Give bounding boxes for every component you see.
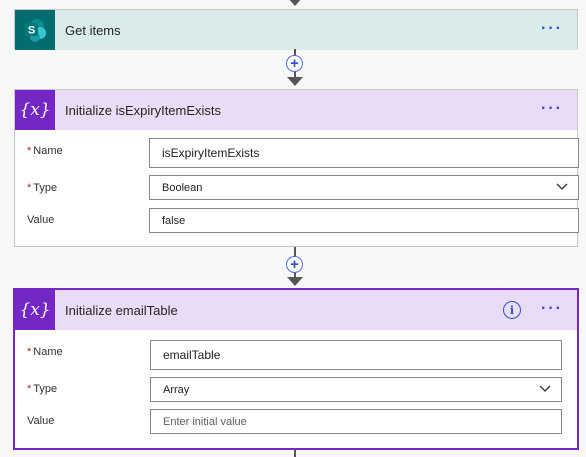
step-header[interactable]: {x} Initialize isExpiryItemExists ··· [15,90,577,130]
value-field[interactable]: false [149,208,579,233]
step-header[interactable]: {x} Initialize emailTable i ··· [15,290,577,330]
connector-arrow [287,77,303,86]
value-label-text: Value [27,415,55,427]
required-marker: * [27,182,32,194]
step-title: Get items [65,22,121,38]
name-label: * Name [27,346,63,358]
type-label: * Type [27,182,57,194]
connector-line-bottom [294,450,296,457]
required-marker: * [27,145,32,157]
sharepoint-icon-letter: S [28,25,35,37]
chevron-down-icon [556,183,568,190]
type-label: * Type [27,383,57,395]
sharepoint-logo-graphic: S [25,19,46,42]
name-label-text: Name [33,346,63,358]
variable-icon-glyph: {x} [19,100,51,120]
value-label-text: Value [27,214,55,226]
value-label: Value [27,415,54,427]
more-options-button[interactable]: ··· [541,300,563,318]
type-label-text: Type [33,383,58,395]
required-marker: * [27,383,32,395]
connector-arrow [287,277,303,286]
chevron-down-icon [539,385,551,392]
connector-arrow-top [287,0,303,6]
step-header[interactable]: S Get items ··· [15,10,577,50]
name-field[interactable]: isExpiryItemExists [149,138,579,168]
type-dropdown[interactable]: Array [150,377,562,402]
type-dropdown-value: Array [163,383,190,396]
type-dropdown[interactable]: Boolean [149,175,579,200]
name-field[interactable]: emailTable [150,340,562,370]
type-dropdown-value: Boolean [162,181,203,194]
value-label: Value [27,214,54,226]
name-label: * Name [27,145,63,157]
more-options-button[interactable]: ··· [541,100,563,118]
more-options-button[interactable]: ··· [541,20,563,38]
insert-step-button[interactable]: + [286,55,303,72]
step-title: Initialize emailTable [65,302,178,318]
required-marker: * [27,346,32,358]
insert-step-button[interactable]: + [286,256,303,273]
variable-icon: {x} [15,90,55,130]
sharepoint-icon: S [15,10,55,50]
step-get-items[interactable]: S Get items ··· [14,9,578,50]
step-initialize-emailtable[interactable]: {x} Initialize emailTable i ··· * Name em… [13,288,579,450]
type-label-text: Type [33,182,58,194]
name-label-text: Name [33,145,63,157]
value-field[interactable]: Enter initial value [150,409,562,434]
info-icon[interactable]: i [503,301,521,319]
step-initialize-isexpiryitemexists[interactable]: {x} Initialize isExpiryItemExists ··· * N… [14,89,579,247]
step-title: Initialize isExpiryItemExists [65,102,222,118]
variable-icon-glyph: {x} [19,300,51,320]
variable-icon: {x} [15,290,55,330]
